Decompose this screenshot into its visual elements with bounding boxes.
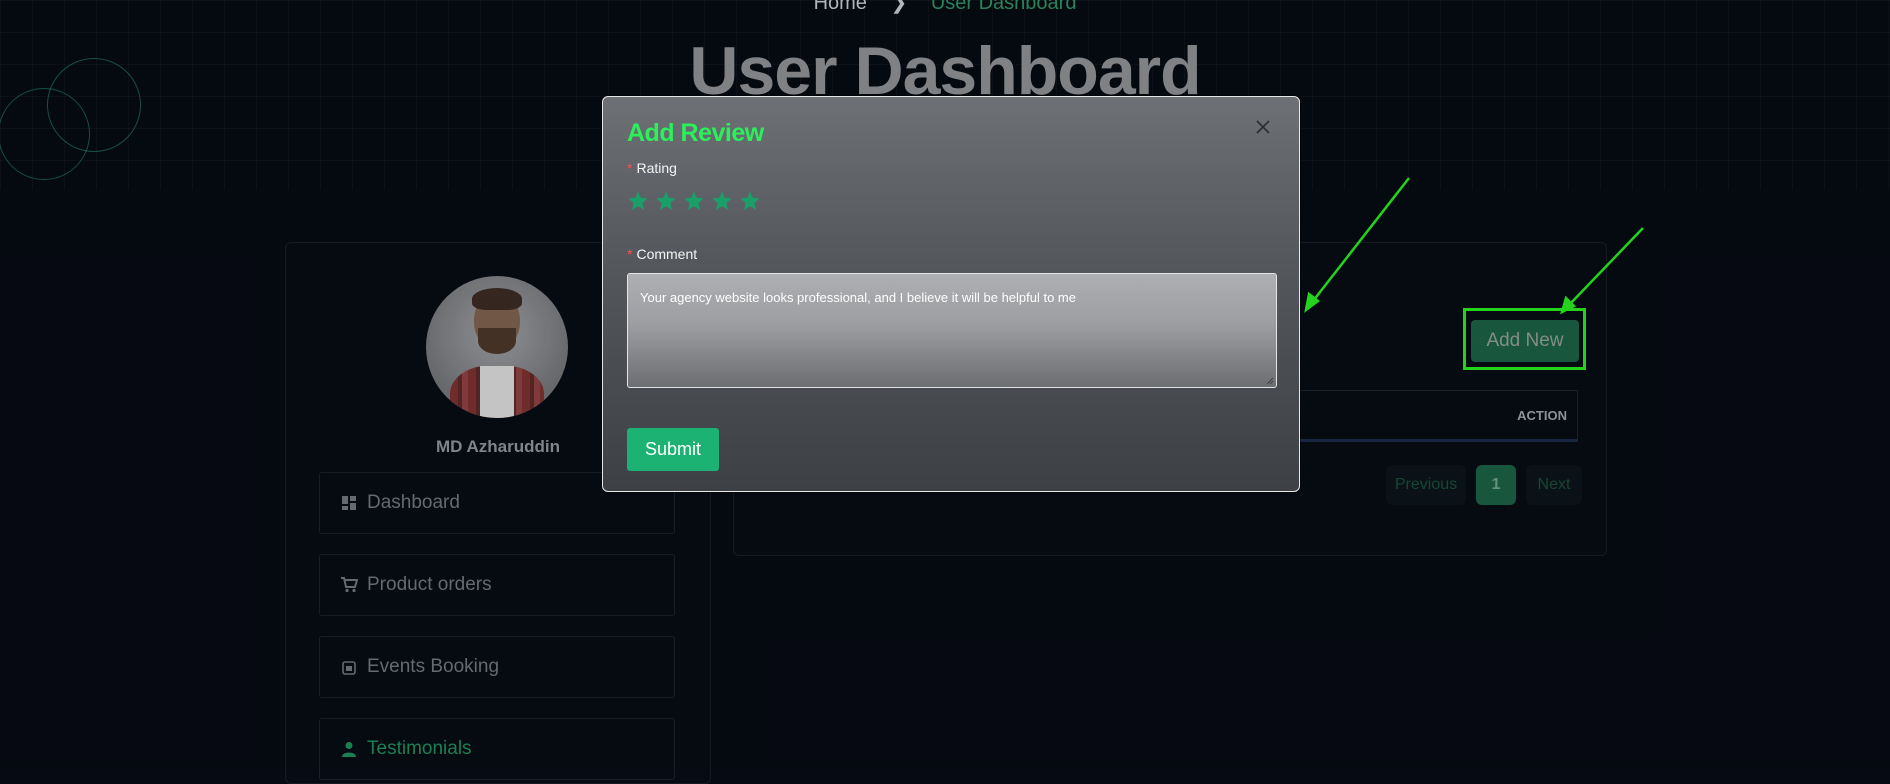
comment-label: * Comment [627, 246, 698, 262]
required-mark: * [627, 160, 633, 176]
submit-button[interactable]: Submit [627, 428, 719, 471]
add-review-modal: Add Review * Rating * Comment Your agency … [602, 96, 1300, 492]
close-icon[interactable] [1253, 117, 1273, 137]
star-icon[interactable] [711, 190, 733, 212]
modal-title: Add Review [627, 119, 764, 147]
resize-grip-icon[interactable] [1266, 377, 1274, 385]
star-icon[interactable] [655, 190, 677, 212]
star-icon[interactable] [683, 190, 705, 212]
rating-stars[interactable] [627, 190, 761, 212]
required-mark: * [627, 246, 633, 262]
star-icon[interactable] [739, 190, 761, 212]
comment-textarea[interactable]: Your agency website looks professional, … [627, 273, 1277, 388]
star-icon[interactable] [627, 190, 649, 212]
rating-label: * Rating [627, 160, 677, 176]
comment-text: Your agency website looks professional, … [640, 290, 1076, 305]
